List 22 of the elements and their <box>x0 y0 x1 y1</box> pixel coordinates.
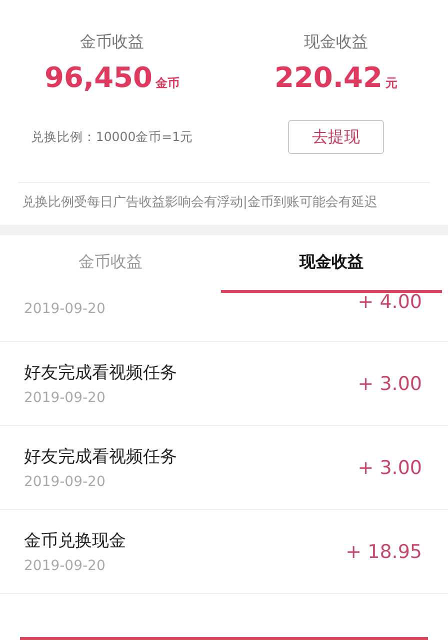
record-date: 2019-09-20 <box>24 474 106 490</box>
tab[interactable]: 金币收益 <box>0 235 221 293</box>
exchange-rate: 兑换比例：10000金币=1元 <box>30 128 194 146</box>
record-amount: + 4.00 <box>358 291 422 313</box>
summary-value: 96,450 <box>44 61 153 94</box>
record-amount: + 18.95 <box>346 540 422 562</box>
tab[interactable]: 现金收益 <box>221 235 442 293</box>
notice-text: 兑换比例受每日广告收益影响会有浮动|金币到账可能会有延迟 <box>22 195 378 210</box>
summary-label: 现金收益 <box>304 32 368 53</box>
summary-unit: 元 <box>386 75 398 92</box>
record-title: 好友完成看视频任务 <box>24 446 177 468</box>
record-amount: + 3.00 <box>358 372 422 394</box>
record-date: 2019-09-20 <box>24 558 106 574</box>
withdraw-button[interactable]: 去提现 <box>288 120 384 154</box>
record-title: 金币兑换现金 <box>24 530 126 552</box>
record-title: 好友完成看视频任务 <box>24 362 177 384</box>
record-date: 2019-09-20 <box>24 301 106 317</box>
summary-label: 金币收益 <box>80 32 144 53</box>
summary-unit: 金币 <box>156 75 180 92</box>
record-amount: + 3.00 <box>358 456 422 478</box>
record-date: 2019-09-20 <box>24 390 106 406</box>
summary-value: 220.42 <box>274 61 383 94</box>
